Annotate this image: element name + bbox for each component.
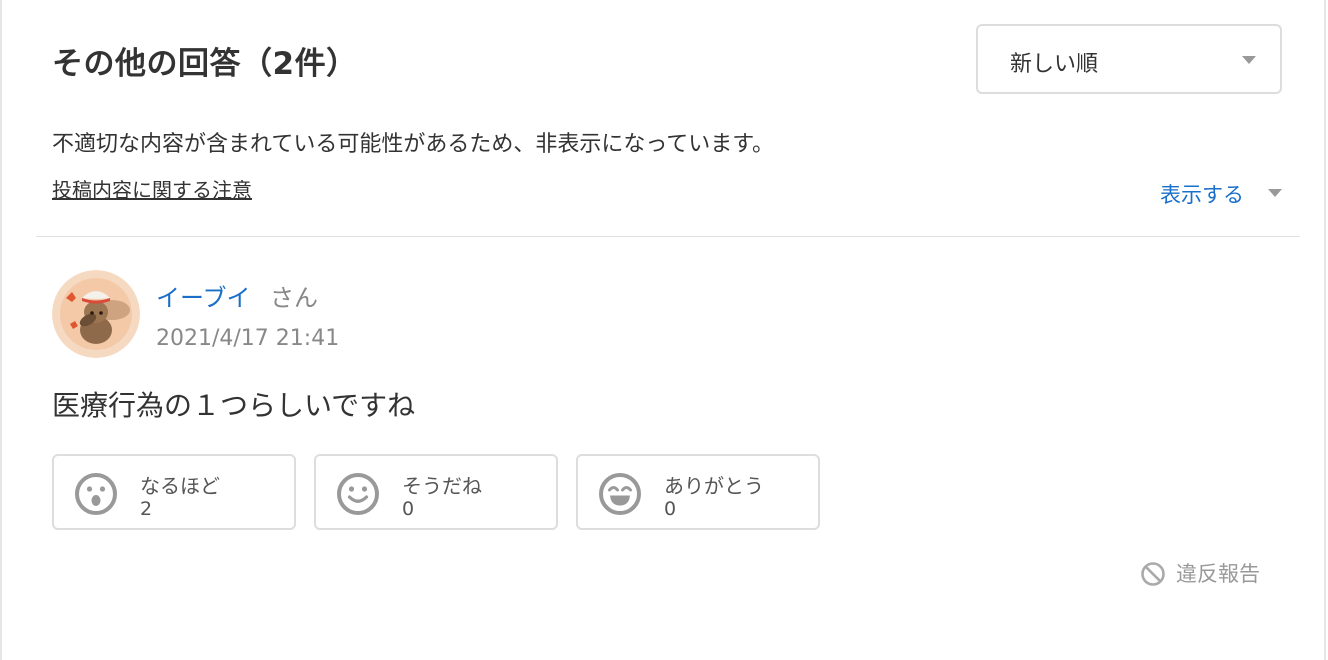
section-title: その他の回答（2件） — [52, 46, 358, 82]
reaction-button-soudane[interactable]: そうだね 0 — [314, 454, 558, 530]
reaction-count: 0 — [402, 498, 415, 520]
reaction-count: 2 — [140, 498, 153, 520]
reaction-button-naruhodo[interactable]: なるほど 2 — [52, 454, 296, 530]
reaction-button-arigatou[interactable]: ありがとう 0 — [576, 454, 820, 530]
eevee-avatar-image — [52, 270, 140, 358]
posting-guidelines-link[interactable]: 投稿内容に関する注意 — [52, 174, 252, 203]
answer-body: 医療行為の１つらしいですね — [52, 389, 416, 422]
dropdown-arrow-icon — [1242, 56, 1256, 64]
reaction-label: ありがとう — [664, 474, 764, 498]
sort-selected-label: 新しい順 — [1010, 52, 1099, 77]
section-divider — [36, 236, 1300, 237]
avatar[interactable] — [52, 270, 140, 358]
user-name-link[interactable]: イーブイ — [156, 278, 251, 313]
show-hidden-toggle[interactable]: 表示する — [1160, 179, 1282, 209]
prohibited-icon — [1141, 562, 1165, 586]
answers-panel: その他の回答（2件） 新しい順 不適切な内容が含まれている可能性があるため、非表… — [0, 0, 1326, 660]
reaction-label: そうだね — [402, 474, 482, 498]
user-honorific: さん — [270, 284, 318, 312]
show-toggle-label: 表示する — [1160, 183, 1244, 207]
reaction-label: なるほど — [140, 474, 220, 498]
grin-face-icon — [599, 473, 641, 515]
chevron-down-icon — [1268, 189, 1282, 197]
surprised-face-icon — [75, 473, 117, 515]
hidden-content-notice: 不適切な内容が含まれている可能性があるため、非表示になっています。 — [52, 132, 775, 157]
smile-face-icon — [337, 473, 379, 515]
post-timestamp: 2021/4/17 21:41 — [156, 326, 340, 351]
report-label: 違反報告 — [1176, 562, 1260, 586]
reaction-count: 0 — [664, 498, 677, 520]
sort-dropdown[interactable]: 新しい順 — [976, 24, 1282, 94]
